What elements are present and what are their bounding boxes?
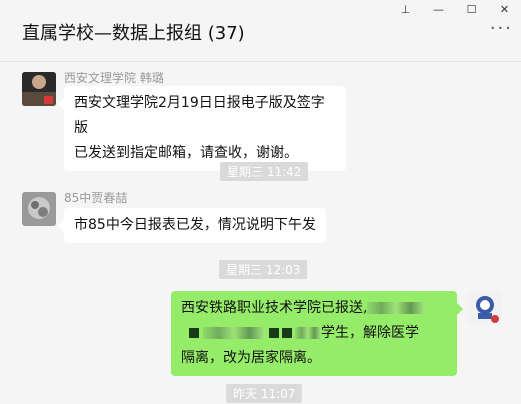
message-text-line: 学生，解除医学 [181,321,447,346]
avatar-image [22,72,56,106]
avatar-image [468,291,502,325]
message-text: 西安铁路职业技术学院已报送, [181,300,368,316]
sender-name: 西安文理学院 韩璐 [64,71,164,85]
redacted-block [282,328,292,338]
redacted-block [269,328,279,338]
timestamp: 星期三 12:03 [219,260,308,279]
chat-area[interactable]: 西安文理学院 韩璐 西安文理学院2月19日日报电子版及签字版 已发送到指定邮箱，… [0,62,521,404]
redacted-blur [367,302,426,314]
window-controls: ⊥ — ☐ ✕ [389,0,521,18]
maximize-icon[interactable]: ☐ [455,0,488,18]
avatar[interactable] [22,192,56,226]
pin-icon[interactable]: ⊥ [389,0,422,18]
message-text-line: 西安文理学院2月19日日报电子版及签字版 [74,95,325,136]
message-text-line: 市85中今日报表已发，情况说明下午发 [74,217,316,233]
message-bubble[interactable]: 市85中今日报表已发，情况说明下午发 [58,208,326,243]
sender-name: 85中贾春喆 [64,191,128,205]
message-bubble[interactable]: 西安文理学院2月19日日报电子版及签字版 已发送到指定邮箱，请查收，谢谢。 [58,86,346,171]
message-bubble[interactable]: 西安铁路职业技术学院已报送, 学生，解除医学 隔离，改为居家隔离。 [171,291,463,376]
message-text-line: 西安铁路职业技术学院已报送, [181,296,447,321]
title-bar: 直属学校—数据上报组 (37) ⊥ — ☐ ✕ ··· [0,0,521,62]
more-options-button[interactable]: ··· [490,20,513,38]
close-icon[interactable]: ✕ [488,0,521,18]
message-text-line: 隔离，改为居家隔离。 [181,350,321,366]
redacted-blur [203,327,265,339]
message-text: 学生，解除医学 [321,325,419,341]
chat-title: 直属学校—数据上报组 (37) [22,23,245,44]
avatar-image [22,192,56,226]
redacted-block [189,328,199,338]
avatar[interactable] [22,72,56,106]
timestamp: 昨天 11:07 [226,384,303,403]
minimize-icon[interactable]: — [422,0,455,18]
timestamp: 星期三 11:42 [220,162,309,181]
redacted-blur [295,327,321,339]
avatar[interactable] [468,291,502,325]
